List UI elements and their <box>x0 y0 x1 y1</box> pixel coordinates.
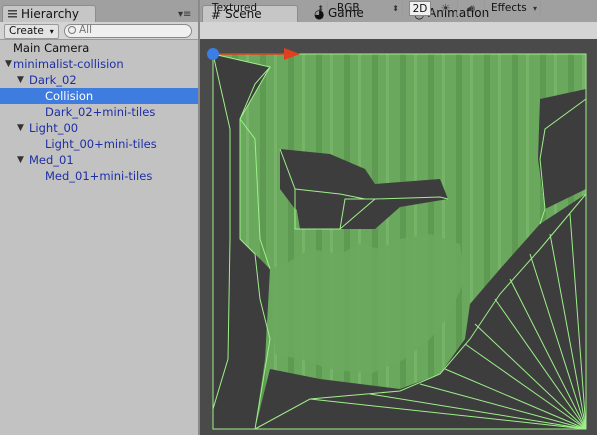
tree-item-label: Main Camera <box>13 41 90 55</box>
create-dropdown[interactable]: Create ▾ <box>4 24 59 39</box>
sun-icon[interactable]: ☀ <box>434 1 458 16</box>
panel-menu-icon[interactable]: ▾≡ <box>178 9 191 20</box>
updown-arrow-icon: ⬍ <box>317 4 324 13</box>
draw-mode-label: Textured <box>212 2 258 14</box>
tree-item-label: minimalist-collision <box>13 57 124 71</box>
tab-hierarchy[interactable]: Hierarchy <box>2 5 96 22</box>
speaker-icon[interactable]: 🔊︎ <box>459 1 485 16</box>
tree-item-main-camera[interactable]: Main Camera <box>0 40 198 56</box>
search-input[interactable] <box>79 24 179 36</box>
tree-item-label: Light_00+mini-tiles <box>45 137 157 151</box>
foldout-arrow-icon[interactable]: ▼ <box>17 72 24 88</box>
foldout-arrow-icon[interactable]: ▼ <box>17 152 24 168</box>
tree-item-light-00-mini-tiles[interactable]: Light_00+mini-tiles <box>0 136 198 152</box>
tree-item-label: Med_01 <box>29 153 74 167</box>
toggle-2d-button[interactable]: 2D <box>409 1 431 16</box>
tree-item-dark-02-mini-tiles[interactable]: Dark_02+mini-tiles <box>0 104 198 120</box>
updown-arrow-icon: ⬍ <box>392 4 399 13</box>
create-label: Create <box>9 25 44 37</box>
list-icon <box>8 10 17 18</box>
search-icon <box>68 26 76 34</box>
hierarchy-search[interactable] <box>64 24 192 38</box>
tree-item-collision[interactable]: Collision <box>0 88 198 104</box>
tree-item-label: Light_00 <box>29 121 79 135</box>
hierarchy-toolbar: Create ▾ <box>0 22 198 40</box>
render-mode-dropdown[interactable]: RGB ⬍ <box>333 1 403 16</box>
tree-item-med-01[interactable]: ▼ Med_01 <box>0 152 198 168</box>
chevron-down-icon: ▾ <box>47 27 54 36</box>
tree-item-minimalist-collision[interactable]: minimalist-collision <box>0 56 198 72</box>
chevron-down-icon: ▾ <box>532 4 537 13</box>
effects-label: Effects <box>491 2 527 14</box>
tree-item-label: Dark_02 <box>29 73 77 87</box>
tree-item-label: Collision <box>45 89 94 103</box>
tree-item-label: Med_01+mini-tiles <box>45 169 153 183</box>
tree-item-label: Dark_02+mini-tiles <box>45 105 156 119</box>
render-mode-label: RGB <box>337 2 360 14</box>
gizmo-origin-icon[interactable] <box>207 48 219 60</box>
scene-canvas[interactable] <box>200 39 597 435</box>
tab-hierarchy-label: Hierarchy <box>21 7 80 21</box>
tree-item-dark-02[interactable]: ▼ Dark_02 <box>0 72 198 88</box>
draw-mode-dropdown[interactable]: Textured ⬍ <box>208 1 328 16</box>
effects-dropdown[interactable]: Effects ▾ <box>487 1 541 16</box>
scene-toolbar <box>200 22 597 40</box>
scene-viewport[interactable] <box>200 39 597 435</box>
tree-item-light-00[interactable]: ▼ Light_00 <box>0 120 198 136</box>
foldout-arrow-icon[interactable]: ▼ <box>5 56 12 72</box>
foldout-arrow-icon[interactable]: ▼ <box>17 120 24 136</box>
tree-item-med-01-mini-tiles[interactable]: Med_01+mini-tiles <box>0 168 198 184</box>
hierarchy-tabbar: Hierarchy ▾≡ <box>0 0 198 22</box>
